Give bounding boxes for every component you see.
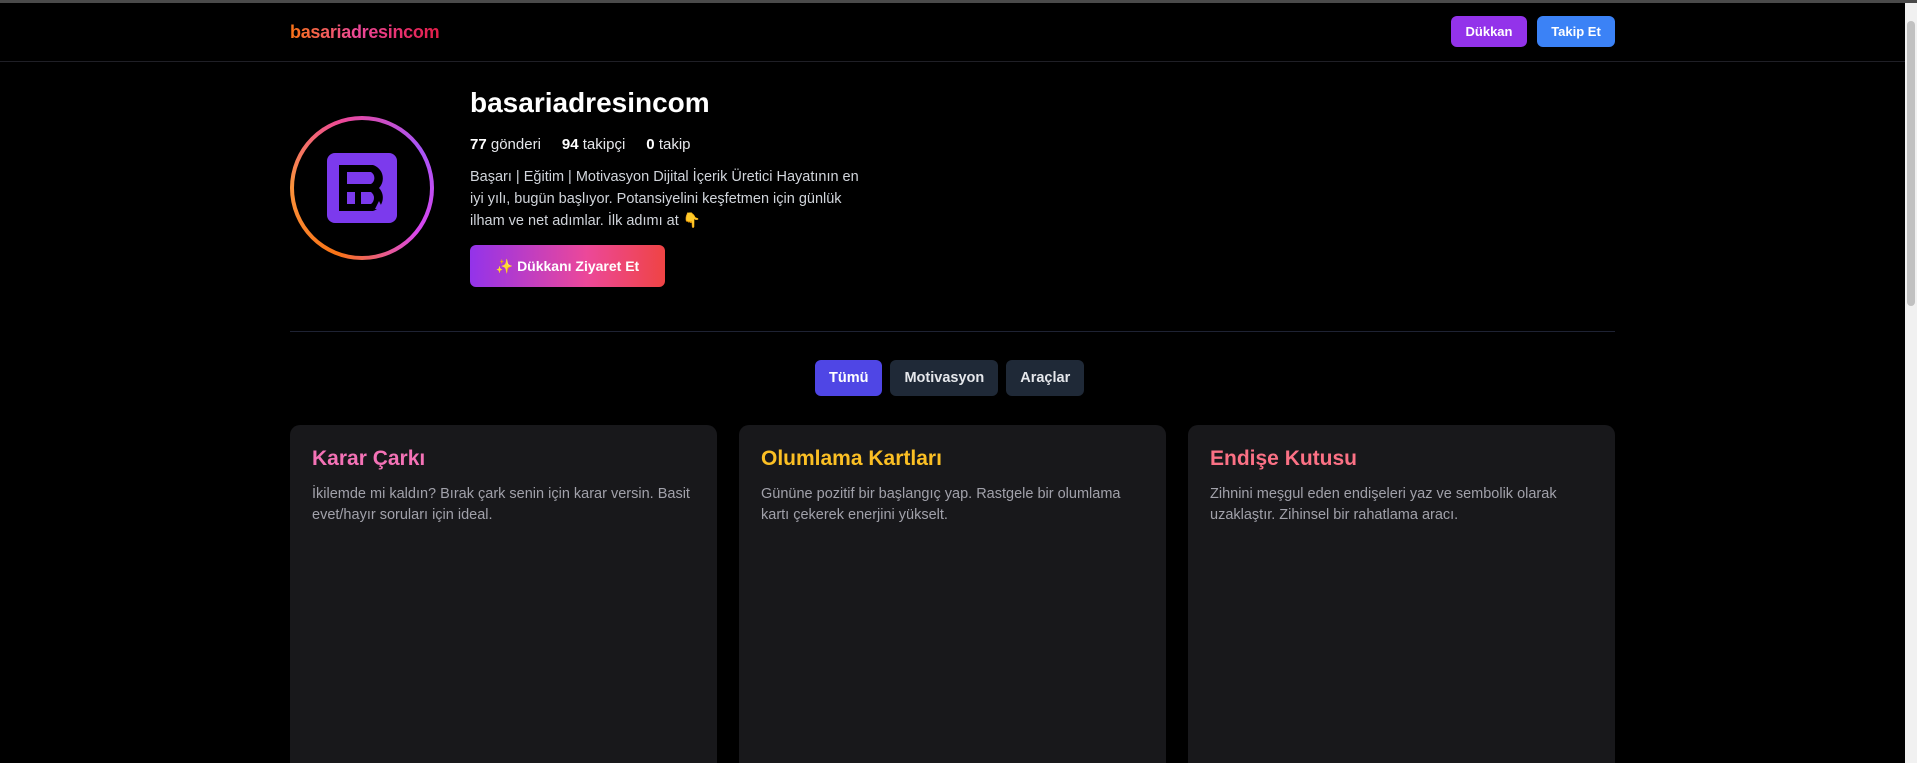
- tab-tools[interactable]: Araçlar: [1006, 360, 1085, 396]
- stat-posts-count: 77: [470, 136, 487, 153]
- tool-card-affirmation-cards[interactable]: Olumlama Kartları Gününe pozitif bir baş…: [739, 425, 1166, 763]
- card-title: Olumlama Kartları: [761, 447, 942, 470]
- profile-name: basariadresincom: [470, 87, 710, 118]
- profile-bio: Başarı | Eğitim | Motivasyon Dijital İçe…: [470, 169, 859, 229]
- stat-posts-label: gönderi: [490, 136, 541, 153]
- stat-followers-count: 94: [561, 136, 579, 153]
- tool-card-worry-box[interactable]: Endişe Kutusu Zihnini meşgul eden endişe…: [1188, 425, 1615, 763]
- shop-button[interactable]: Dükkan: [1451, 16, 1527, 47]
- stat-following-count: 0: [646, 136, 655, 153]
- stat-followers[interactable]: 94 takipçi: [562, 136, 625, 153]
- section-divider: [290, 331, 1615, 332]
- card-title: Karar Çarkı: [312, 447, 426, 470]
- profile-stats: 77 gönderi 94 takipçi 0 takip: [470, 136, 691, 153]
- stat-following[interactable]: 0 takip: [646, 136, 690, 153]
- avatar-inner: [294, 120, 430, 256]
- card-description: İkilemde mi kaldın? Bırak çark senin içi…: [312, 486, 690, 523]
- category-tabs: Tümü Motivasyon Araçlar: [815, 360, 1085, 396]
- bp-monogram-logo-icon: [327, 153, 397, 223]
- page: basariadresincom Dükkan Takip Et basaria…: [0, 0, 1917, 763]
- avatar: [290, 116, 434, 260]
- visit-shop-button[interactable]: ✨ Dükkanı Ziyaret Et: [470, 245, 665, 287]
- card-title: Endişe Kutusu: [1210, 447, 1358, 470]
- stat-following-label: takip: [658, 136, 691, 153]
- page-scrollbar[interactable]: [1905, 3, 1917, 763]
- tab-motivation[interactable]: Motivasyon: [890, 360, 999, 396]
- tab-all[interactable]: Tümü: [815, 360, 883, 396]
- brand-logo-text[interactable]: basariadresincom: [290, 22, 440, 43]
- scrollbar-thumb[interactable]: [1907, 21, 1915, 306]
- card-description: Gününe pozitif bir başlangıç yap. Rastge…: [761, 486, 1121, 523]
- follow-button[interactable]: Takip Et: [1537, 16, 1615, 47]
- stat-posts[interactable]: 77 gönderi: [470, 136, 541, 153]
- card-description: Zihnini meşgul eden endişeleri yaz ve se…: [1210, 486, 1557, 523]
- tool-card-decision-wheel[interactable]: Karar Çarkı İkilemde mi kaldın? Bırak ça…: [290, 425, 717, 763]
- stat-followers-label: takipçi: [582, 136, 626, 153]
- site-header: basariadresincom Dükkan Takip Et: [0, 3, 1905, 62]
